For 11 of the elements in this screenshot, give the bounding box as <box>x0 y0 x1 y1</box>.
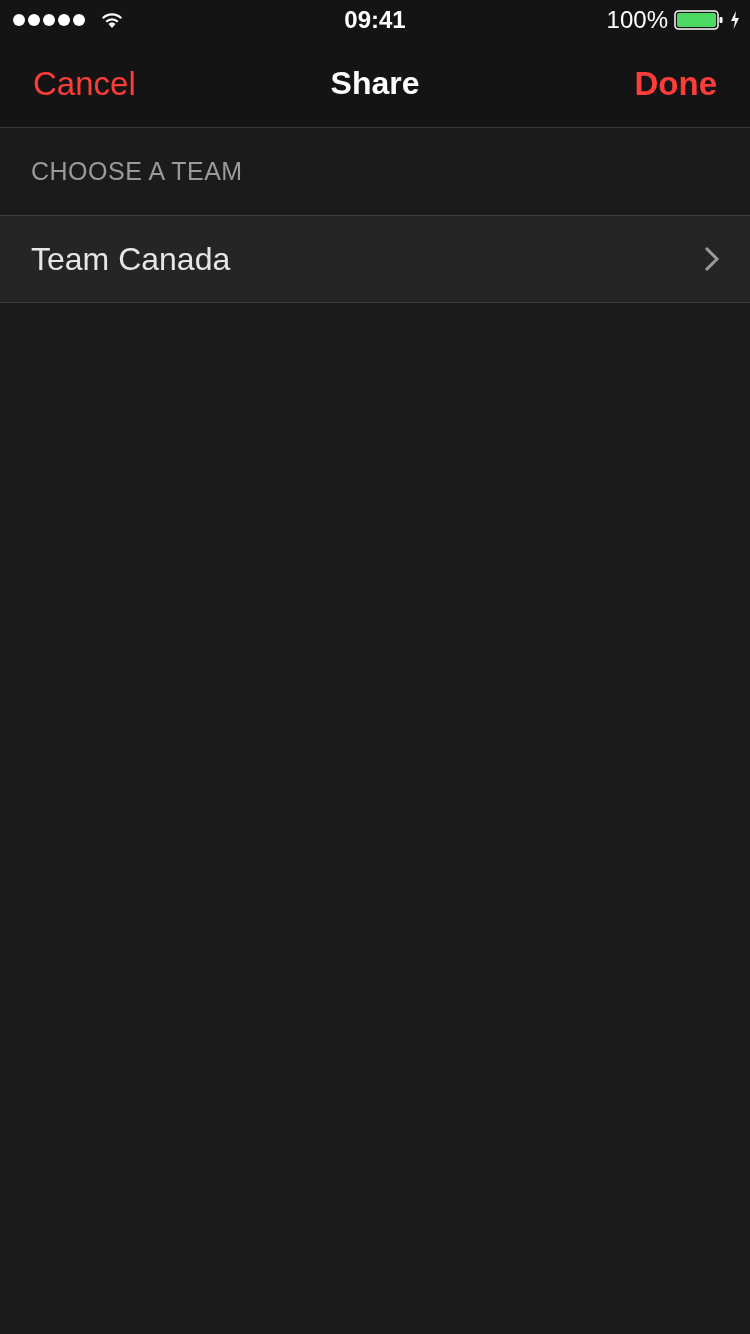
screen-title: Share <box>330 65 420 102</box>
charging-bolt-icon <box>730 11 740 29</box>
done-button[interactable]: Done <box>634 64 717 103</box>
status-time: 09:41 <box>344 6 406 34</box>
wifi-icon <box>100 11 124 29</box>
cancel-button[interactable]: Cancel <box>33 64 136 103</box>
battery-percent: 100% <box>606 6 668 34</box>
battery-icon <box>674 9 724 31</box>
section-header: CHOOSE A TEAM <box>31 157 243 186</box>
chevron-icon <box>704 246 720 272</box>
team-list-item[interactable]: Team Canada <box>0 216 750 303</box>
